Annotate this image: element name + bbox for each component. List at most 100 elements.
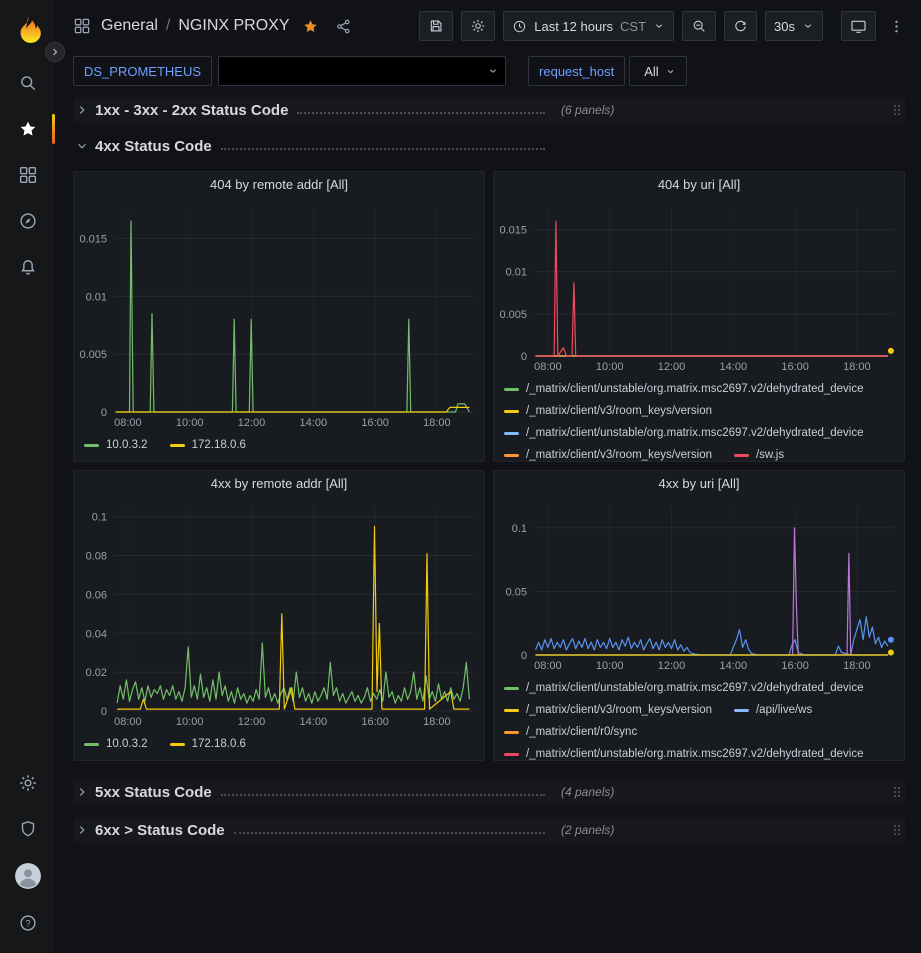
- refresh-button[interactable]: [724, 11, 757, 41]
- avatar-icon: [15, 863, 41, 889]
- svg-text:12:00: 12:00: [238, 716, 266, 728]
- request-host-dropdown[interactable]: All: [629, 56, 686, 86]
- svg-text:18:00: 18:00: [843, 660, 871, 672]
- panel-title[interactable]: 4xx by remote addr [All]: [74, 471, 484, 497]
- sidebar-item-explore[interactable]: [0, 204, 55, 238]
- save-dashboard-button[interactable]: [419, 11, 453, 41]
- timeseries-chart[interactable]: 00.0050.010.01508:0010:0012:0014:0016:00…: [74, 198, 484, 432]
- chart-svg: 00.0050.010.01508:0010:0012:0014:0016:00…: [74, 198, 484, 432]
- share-button[interactable]: [331, 14, 356, 39]
- svg-text:0.005: 0.005: [499, 309, 527, 321]
- legend-item[interactable]: /api/live/ws: [734, 704, 812, 716]
- save-icon: [428, 18, 444, 34]
- panel-404-by-uri: 404 by uri [All] 00.0050.010.01508:0010:…: [493, 171, 905, 462]
- legend-label: /_matrix/client/unstable/org.matrix.msc2…: [526, 682, 864, 694]
- legend-item[interactable]: /_matrix/client/unstable/org.matrix.msc2…: [504, 748, 864, 760]
- legend-label: /_matrix/client/v3/room_keys/version: [526, 704, 712, 716]
- legend-item[interactable]: /_matrix/client/v3/room_keys/version: [504, 704, 712, 716]
- svg-text:18:00: 18:00: [843, 361, 871, 373]
- expand-sidebar-button[interactable]: [45, 42, 65, 62]
- sidebar-item-alerting[interactable]: [0, 250, 55, 284]
- grafana-app: ? General / NGINX PROXY: [0, 0, 921, 953]
- sidebar-item-dashboards[interactable]: [0, 158, 55, 192]
- svg-text:0.05: 0.05: [506, 586, 527, 598]
- sidebar-item-search[interactable]: [0, 66, 55, 100]
- panel-4xx-by-remote-addr: 4xx by remote addr [All] 00.020.040.060.…: [73, 470, 485, 761]
- legend-item[interactable]: /sw.js: [734, 449, 784, 461]
- legend-row: 10.0.3.2 172.18.0.6: [84, 434, 474, 456]
- breadcrumb-section[interactable]: General: [101, 17, 158, 35]
- legend-label: 172.18.0.6: [192, 738, 246, 750]
- sidebar-item-help[interactable]: ?: [0, 911, 55, 935]
- breadcrumb-title: NGINX PROXY: [178, 17, 289, 35]
- panel-title[interactable]: 404 by uri [All]: [494, 172, 904, 198]
- legend-item[interactable]: /_matrix/client/r0/sync: [504, 726, 637, 738]
- legend-label: 10.0.3.2: [106, 439, 148, 451]
- row-drag-handle[interactable]: [889, 784, 905, 800]
- row-drag-handle[interactable]: [889, 822, 905, 838]
- panel-title[interactable]: 4xx by uri [All]: [494, 471, 904, 497]
- panel-title[interactable]: 404 by remote addr [All]: [74, 172, 484, 198]
- shield-icon: [18, 819, 38, 839]
- legend-item[interactable]: /_matrix/client/unstable/org.matrix.msc2…: [504, 383, 864, 395]
- clock-icon: [512, 19, 527, 34]
- legend-item[interactable]: /_matrix/client/unstable/org.matrix.msc2…: [504, 427, 864, 439]
- dashboard-row-4xx[interactable]: 4xx Status Code: [73, 133, 905, 159]
- legend-item[interactable]: /_matrix/client/unstable/org.matrix.msc2…: [504, 682, 864, 694]
- dashboard-row-1xx-3xx-2xx[interactable]: 1xx - 3xx - 2xx Status Code (6 panels): [73, 97, 905, 123]
- svg-text:0.01: 0.01: [506, 267, 527, 279]
- legend-item[interactable]: /_matrix/client/v3/room_keys/version: [504, 405, 712, 417]
- legend-swatch: [504, 709, 519, 712]
- svg-text:16:00: 16:00: [361, 716, 389, 728]
- svg-text:10:00: 10:00: [596, 361, 624, 373]
- timeseries-chart[interactable]: 00.020.040.060.080.108:0010:0012:0014:00…: [74, 497, 484, 731]
- svg-text:14:00: 14:00: [720, 660, 748, 672]
- breadcrumb-separator: /: [166, 17, 170, 35]
- row-leader: [234, 832, 545, 834]
- legend-label: 10.0.3.2: [106, 738, 148, 750]
- dashboard-content: 1xx - 3xx - 2xx Status Code (6 panels) 4…: [55, 90, 921, 843]
- legend-item[interactable]: 172.18.0.6: [170, 439, 246, 451]
- time-range-picker[interactable]: Last 12 hours CST: [503, 11, 674, 41]
- svg-text:10:00: 10:00: [176, 716, 204, 728]
- legend-item[interactable]: 172.18.0.6: [170, 738, 246, 750]
- grafana-logo[interactable]: [12, 14, 44, 46]
- panel-4xx-by-uri: 4xx by uri [All] 00.050.108:0010:0012:00…: [493, 470, 905, 761]
- datasource-dropdown[interactable]: [218, 56, 506, 86]
- apps-icon: [73, 17, 91, 35]
- timezone-label: CST: [620, 19, 646, 34]
- dashboard-row-5xx[interactable]: 5xx Status Code (4 panels): [73, 779, 905, 805]
- svg-text:14:00: 14:00: [300, 716, 328, 728]
- refresh-interval-label: 30s: [774, 19, 795, 34]
- chevron-down-icon: [665, 66, 676, 77]
- chevron-down-icon: [487, 65, 499, 77]
- zoom-out-button[interactable]: [682, 11, 716, 41]
- legend-label: /_matrix/client/unstable/org.matrix.msc2…: [526, 748, 864, 760]
- datasource-variable-label[interactable]: DS_PROMETHEUS: [73, 56, 212, 86]
- variables-bar: DS_PROMETHEUS request_host All: [55, 52, 921, 90]
- legend-item[interactable]: 10.0.3.2: [84, 738, 148, 750]
- more-options-button[interactable]: [884, 14, 909, 39]
- user-avatar[interactable]: [15, 863, 41, 889]
- dashboard-settings-button[interactable]: [461, 11, 495, 41]
- svg-text:0: 0: [101, 407, 107, 419]
- dashboard-row-6xx[interactable]: 6xx > Status Code (2 panels): [73, 817, 905, 843]
- sidebar-item-configuration[interactable]: [0, 771, 55, 795]
- row-drag-handle[interactable]: [889, 102, 905, 118]
- favorite-star-icon: [302, 18, 319, 35]
- row-panel-count: (2 panels): [561, 823, 614, 837]
- chevron-right-icon: [49, 46, 61, 58]
- refresh-interval-dropdown[interactable]: 30s: [765, 11, 823, 41]
- legend-item[interactable]: 10.0.3.2: [84, 439, 148, 451]
- sidebar-item-starred[interactable]: [0, 112, 55, 146]
- legend-swatch: [504, 410, 519, 413]
- timeseries-chart[interactable]: 00.0050.010.01508:0010:0012:0014:0016:00…: [494, 198, 904, 376]
- sidebar-item-server-admin[interactable]: [0, 817, 55, 841]
- kiosk-mode-button[interactable]: [841, 11, 876, 41]
- favorite-star-button[interactable]: [298, 14, 323, 39]
- timeseries-chart[interactable]: 00.050.108:0010:0012:0014:0016:0018:00: [494, 497, 904, 675]
- legend-item[interactable]: /_matrix/client/v3/room_keys/version: [504, 449, 712, 461]
- request-host-variable-label[interactable]: request_host: [528, 56, 625, 86]
- row-title: 4xx Status Code: [95, 138, 212, 155]
- svg-text:0: 0: [521, 351, 527, 363]
